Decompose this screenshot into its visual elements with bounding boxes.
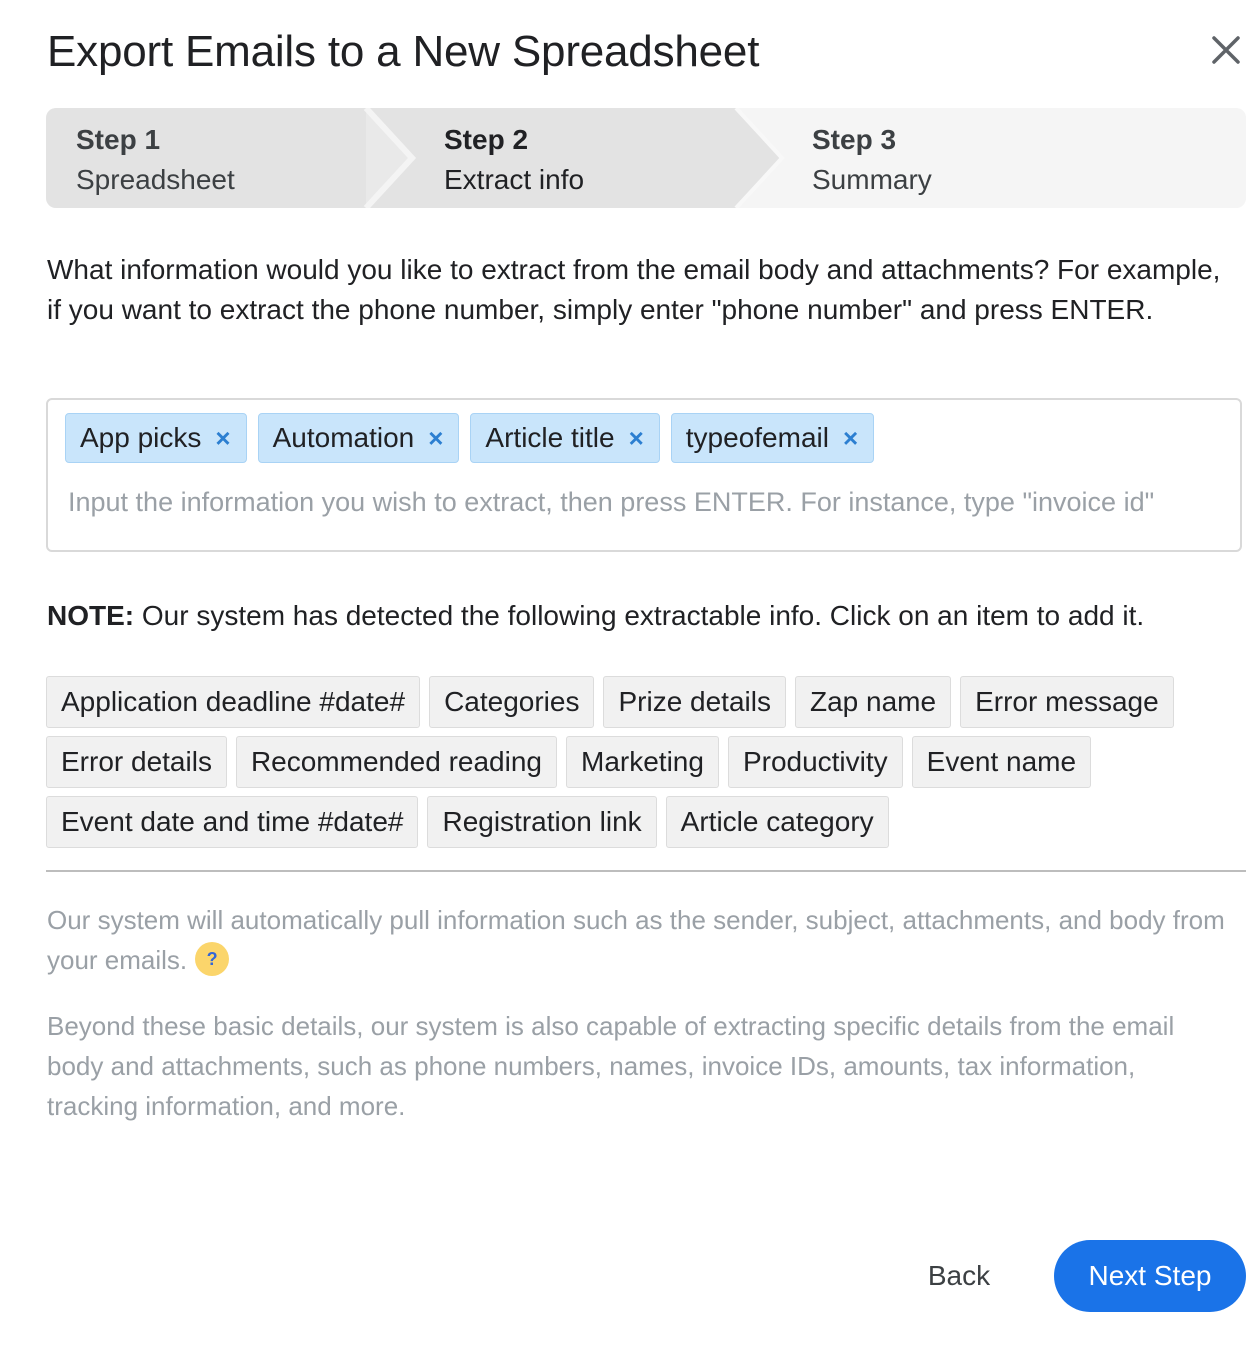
suggestion-row: Error details Recommended reading Market… — [46, 736, 1092, 788]
help-icon[interactable]: ? — [195, 942, 230, 977]
remove-tag-icon[interactable]: × — [428, 425, 443, 451]
tag-label: Article title — [485, 422, 615, 453]
suggestion-row: Application deadline #date# Categories P… — [46, 676, 1174, 728]
tag: App picks × — [65, 413, 247, 463]
note-prefix: NOTE: — [47, 600, 135, 631]
next-step-button[interactable]: Next Step — [1054, 1240, 1246, 1312]
auto-extract-info: Our system will automatically pull infor… — [47, 900, 1227, 980]
suggestion-chip[interactable]: Zap name — [794, 676, 952, 728]
suggestion-chip[interactable]: Registration link — [427, 796, 657, 848]
tag-label: Automation — [272, 422, 415, 453]
suggestion-chip[interactable]: Event date and time #date# — [46, 796, 419, 848]
remove-tag-icon[interactable]: × — [843, 425, 858, 451]
note-body: Our system has detected the following ex… — [134, 600, 1145, 631]
remove-tag-icon[interactable]: × — [629, 425, 644, 451]
close-button[interactable] — [1204, 28, 1248, 72]
suggestion-chip[interactable]: Application deadline #date# — [46, 676, 421, 728]
suggestion-chip[interactable]: Recommended reading — [235, 736, 557, 788]
close-icon — [1212, 36, 1240, 64]
suggestion-chip[interactable]: Marketing — [566, 736, 719, 788]
step-3[interactable]: Step 3 Summary — [812, 120, 932, 200]
intro-text: What information would you like to extra… — [47, 254, 1221, 325]
stepper: Step 1 Spreadsheet Step 2 Extract info S… — [46, 108, 1246, 208]
suggestion-chip[interactable]: Prize details — [603, 676, 786, 728]
tag-input-box[interactable]: App picks × Automation × Article title ×… — [46, 398, 1242, 552]
tag-label: App picks — [80, 422, 202, 453]
extract-info-input[interactable] — [68, 480, 1228, 524]
suggestion-chip[interactable]: Categories — [429, 676, 595, 728]
step-name: Extract info — [444, 164, 585, 195]
back-button[interactable]: Back — [904, 1246, 1014, 1306]
tag: typeofemail × — [670, 413, 875, 463]
suggestion-chip[interactable]: Error details — [46, 736, 227, 788]
tag-list: App picks × Automation × Article title ×… — [65, 413, 875, 463]
suggestion-chip[interactable]: Event name — [911, 736, 1092, 788]
suggestion-chip[interactable]: Productivity — [727, 736, 903, 788]
suggestion-chip[interactable]: Article category — [665, 796, 889, 848]
step-2[interactable]: Step 2 Extract info — [444, 120, 584, 200]
step-number: Step 1 — [76, 124, 161, 155]
step-number: Step 3 — [812, 124, 897, 155]
remove-tag-icon[interactable]: × — [215, 425, 230, 451]
divider — [46, 870, 1246, 872]
extra-extract-text: Beyond these basic details, our system i… — [47, 1011, 1175, 1121]
step-number: Step 2 — [444, 124, 529, 155]
tag: Automation × — [257, 413, 460, 463]
note-text: NOTE: Our system has detected the follow… — [47, 596, 1144, 636]
tag-label: typeofemail — [685, 422, 829, 453]
tag: Article title × — [470, 413, 660, 463]
suggestion-chip[interactable]: Error message — [960, 676, 1174, 728]
suggestion-row: Event date and time #date# Registration … — [46, 796, 889, 848]
step-name: Summary — [812, 164, 932, 195]
step-name: Spreadsheet — [76, 164, 235, 195]
dialog-title: Export Emails to a New Spreadsheet — [47, 27, 760, 76]
step-1[interactable]: Step 1 Spreadsheet — [76, 120, 235, 200]
